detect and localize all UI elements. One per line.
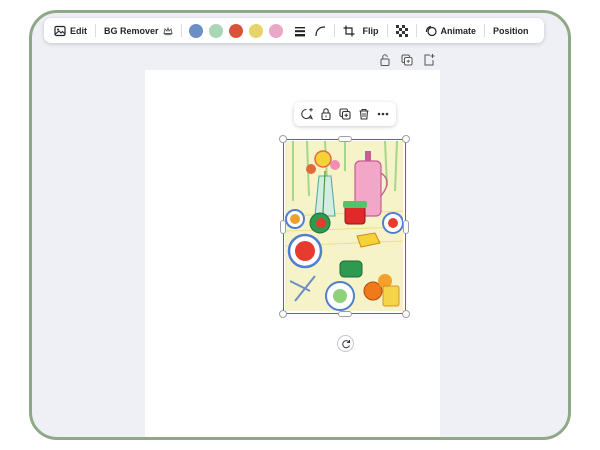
resize-handle-top-left[interactable] — [279, 135, 287, 143]
crown-icon — [162, 26, 173, 35]
rotate-icon — [341, 339, 350, 348]
corner-rounding-button[interactable] — [310, 18, 330, 43]
editor-frame: Edit BG Remover Flip Animate Position — [29, 10, 571, 440]
color-swatch-blue[interactable] — [188, 23, 203, 38]
resize-handle-top[interactable] — [338, 136, 352, 142]
toolbar-divider — [180, 24, 182, 37]
corner-radius-icon — [314, 25, 325, 36]
animate-button[interactable]: Animate — [421, 18, 481, 43]
flip-label: Flip — [362, 25, 379, 36]
edit-label: Edit — [70, 25, 87, 36]
flip-button[interactable]: Flip — [359, 18, 383, 43]
crop-icon — [343, 25, 355, 36]
still-life-illustration — [285, 141, 403, 311]
edit-button[interactable]: Edit — [50, 18, 91, 43]
position-button[interactable]: Position — [489, 18, 533, 43]
lock-page-icon[interactable] — [378, 53, 392, 67]
bg-remover-label: BG Remover — [104, 25, 159, 36]
rotate-handle[interactable] — [337, 335, 354, 352]
resize-handle-bottom[interactable] — [338, 311, 352, 317]
toolbar-divider — [333, 24, 335, 37]
color-swatch-red[interactable] — [228, 23, 243, 38]
comment-add-icon[interactable] — [300, 107, 314, 121]
image-edit-icon — [54, 25, 66, 36]
resize-handle-bottom-left[interactable] — [279, 310, 287, 318]
selected-image-element[interactable] — [279, 135, 410, 318]
element-context-toolbar — [294, 102, 396, 126]
top-toolbar: Edit BG Remover Flip Animate Position — [44, 18, 544, 43]
border-style-button[interactable] — [290, 18, 310, 43]
crop-button[interactable] — [339, 18, 359, 43]
add-page-icon[interactable] — [422, 53, 436, 67]
color-swatch-pink[interactable] — [268, 23, 283, 38]
bg-remover-button[interactable]: BG Remover — [100, 18, 177, 43]
toolbar-divider — [415, 24, 417, 37]
animate-label: Animate — [440, 25, 477, 36]
duplicate-icon[interactable] — [338, 107, 352, 121]
border-weight-icon — [294, 26, 305, 36]
resize-handle-top-right[interactable] — [402, 135, 410, 143]
more-options-icon[interactable] — [376, 107, 390, 121]
toolbar-divider — [386, 24, 388, 37]
color-swatch-mint[interactable] — [208, 23, 223, 38]
lock-icon[interactable] — [319, 107, 333, 121]
resize-handle-left[interactable] — [280, 220, 286, 234]
toolbar-divider — [484, 24, 486, 37]
resize-handle-bottom-right[interactable] — [402, 310, 410, 318]
duplicate-page-icon[interactable] — [400, 53, 414, 67]
trash-icon[interactable] — [357, 107, 371, 121]
transparency-icon — [395, 24, 408, 37]
toolbar-divider — [95, 24, 96, 37]
position-label: Position — [493, 25, 529, 36]
animate-icon — [425, 25, 437, 36]
color-swatch-yellow[interactable] — [248, 23, 263, 38]
page-actions — [378, 53, 436, 67]
transparency-button[interactable] — [392, 18, 412, 43]
resize-handle-right[interactable] — [403, 220, 409, 234]
